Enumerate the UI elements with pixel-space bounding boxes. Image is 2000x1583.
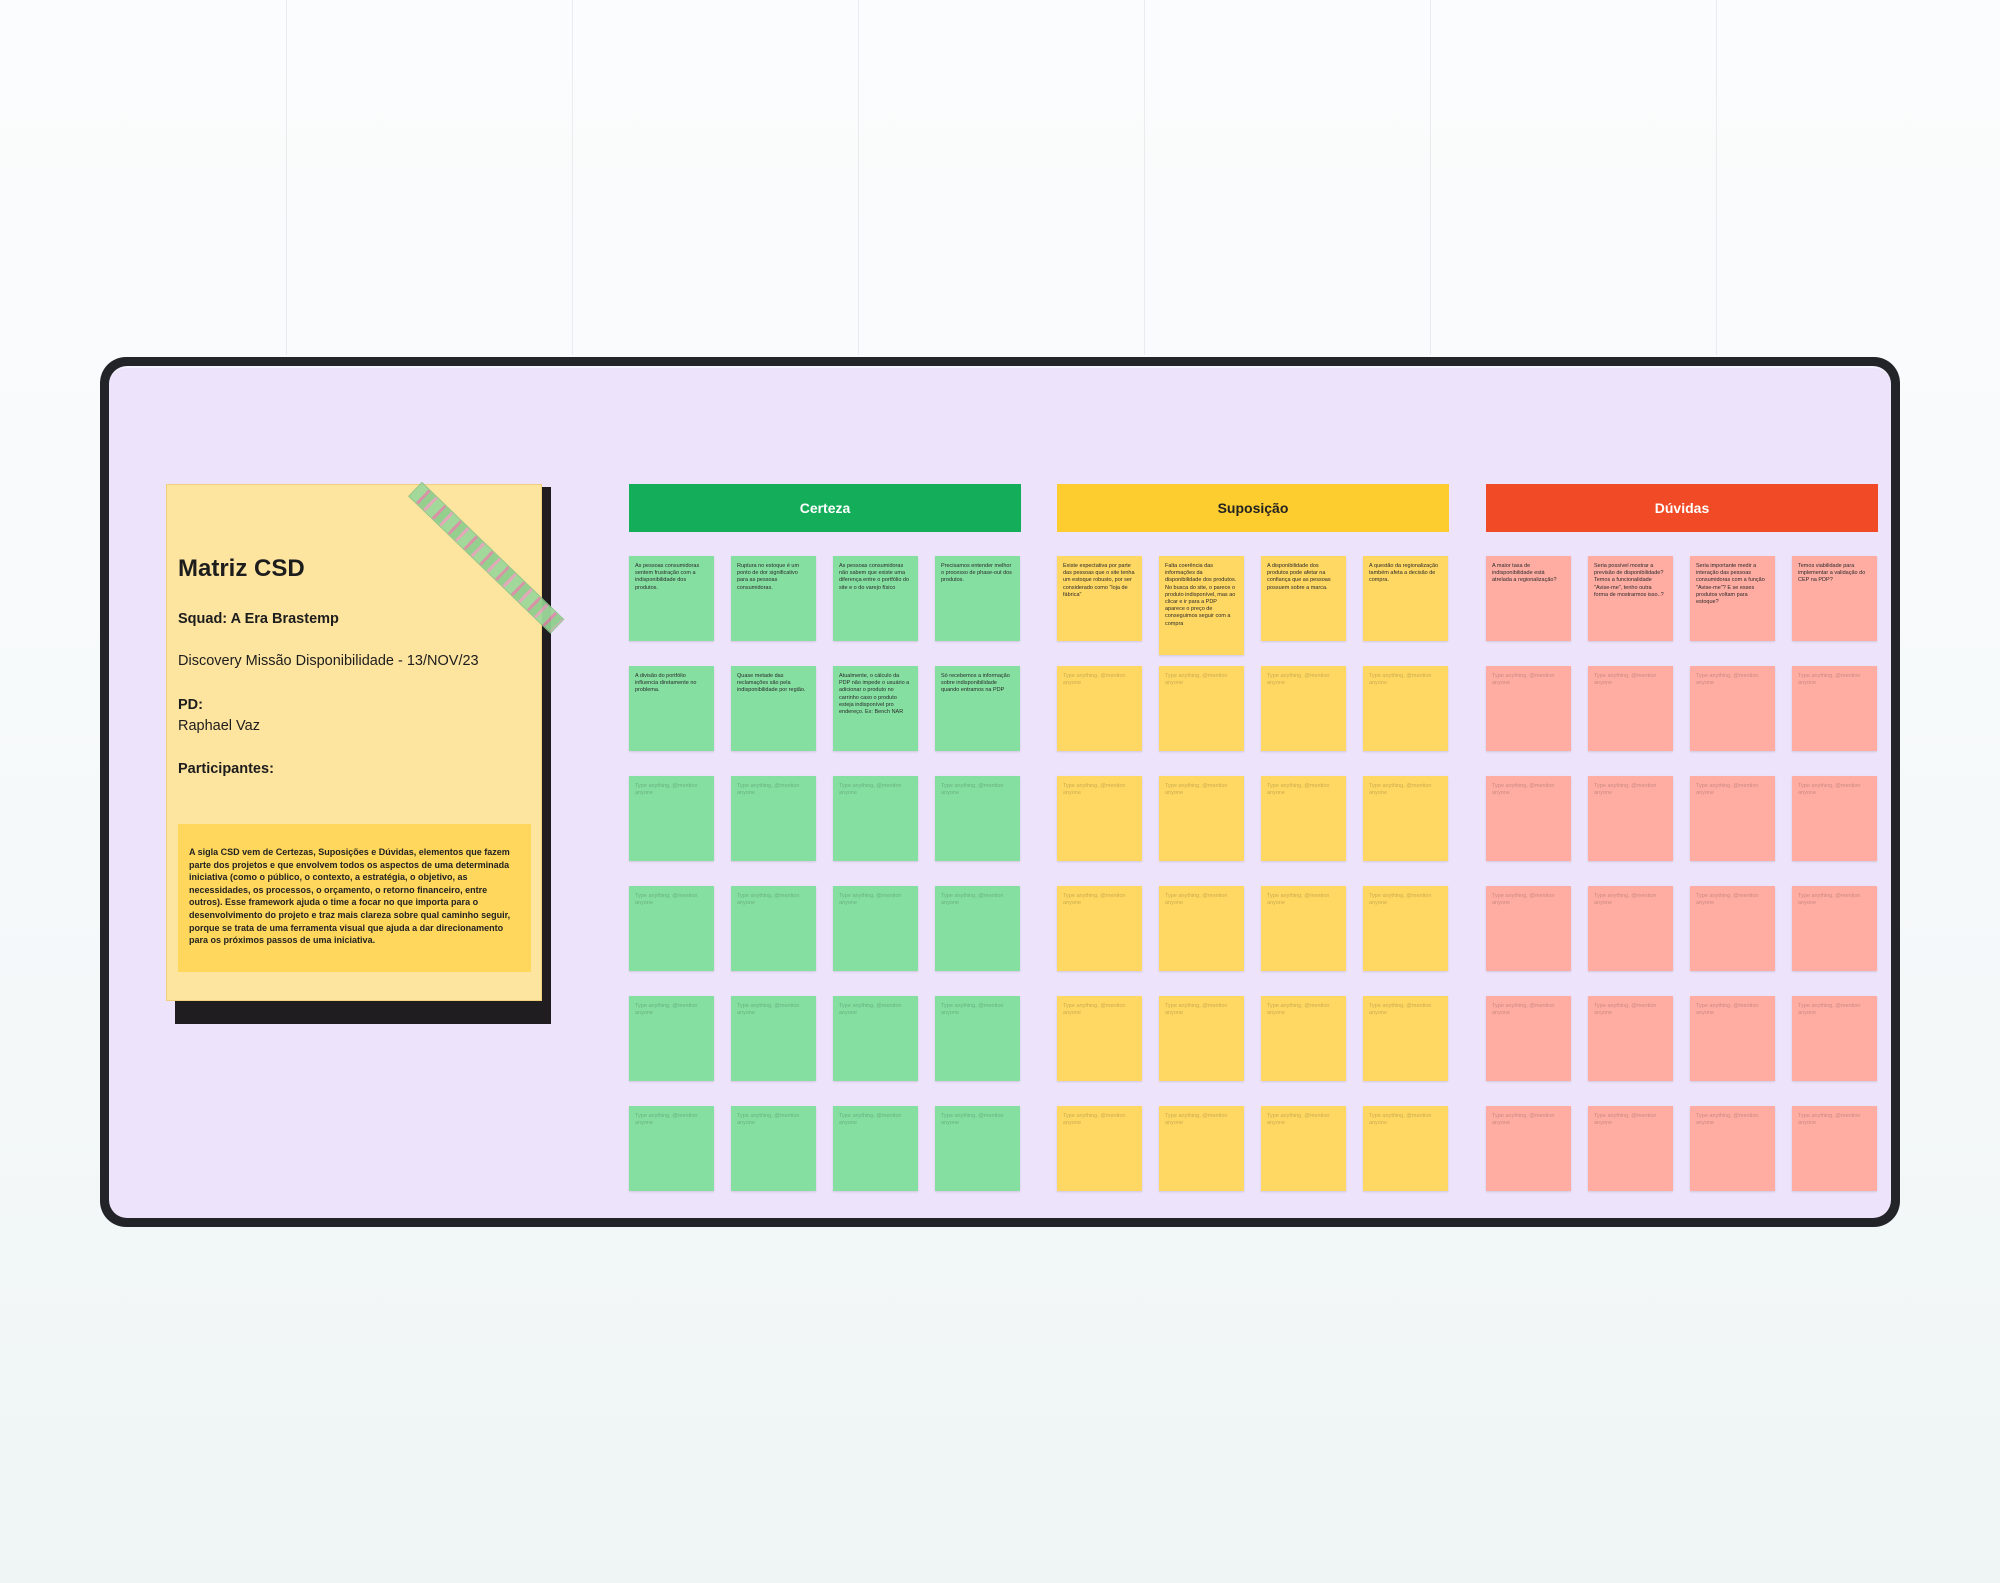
discovery-label: Discovery Missão Disponibilidade - 13/NO… <box>178 653 479 669</box>
sticky-note-certeza[interactable]: Type anything, @mention anyone <box>629 776 714 861</box>
sticky-note-certeza[interactable]: As pessoas consumidoras não sabem que ex… <box>833 556 918 641</box>
column-header-suposicao[interactable]: Suposição <box>1057 484 1449 532</box>
sticky-note-duvidas[interactable]: Type anything, @mention anyone <box>1792 996 1877 1081</box>
sticky-note-duvidas[interactable]: Type anything, @mention anyone <box>1486 666 1571 751</box>
sticky-note-duvidas[interactable]: Type anything, @mention anyone <box>1486 1106 1571 1191</box>
sticky-note-suposicao[interactable]: Type anything, @mention anyone <box>1363 666 1448 751</box>
sticky-note-certeza[interactable]: Type anything, @mention anyone <box>629 886 714 971</box>
sticky-note-certeza[interactable]: Type anything, @mention anyone <box>833 886 918 971</box>
sticky-note-duvidas[interactable]: Seria importante medir a interação das p… <box>1690 556 1775 641</box>
sticky-note-certeza[interactable]: Quase metade das reclamações são pela in… <box>731 666 816 751</box>
sticky-note-duvidas[interactable]: Type anything, @mention anyone <box>1690 996 1775 1081</box>
sticky-note-duvidas[interactable]: Type anything, @mention anyone <box>1486 776 1571 861</box>
sticky-note-duvidas[interactable]: Type anything, @mention anyone <box>1690 666 1775 751</box>
sticky-note-certeza[interactable]: Type anything, @mention anyone <box>833 776 918 861</box>
sticky-note-suposicao[interactable]: Existe expectativa por parte das pessoas… <box>1057 556 1142 641</box>
description-note[interactable]: A sigla CSD vem de Certezas, Suposições … <box>178 824 531 972</box>
participants-label: Participantes: <box>178 761 274 777</box>
sticky-note-suposicao[interactable]: Type anything, @mention anyone <box>1363 1106 1448 1191</box>
sticky-note-suposicao[interactable]: A questão da regionalização também afeta… <box>1363 556 1448 641</box>
sticky-note-certeza[interactable]: Type anything, @mention anyone <box>731 1106 816 1191</box>
sticky-note-duvidas[interactable]: Type anything, @mention anyone <box>1792 1106 1877 1191</box>
sticky-note-suposicao[interactable]: Type anything, @mention anyone <box>1057 1106 1142 1191</box>
sticky-note-duvidas[interactable]: Type anything, @mention anyone <box>1486 996 1571 1081</box>
pd-name: Raphael Vaz <box>178 718 260 734</box>
sticky-note-suposicao[interactable]: Type anything, @mention anyone <box>1363 886 1448 971</box>
background-grid-line <box>572 0 573 355</box>
sticky-note-suposicao[interactable]: Type anything, @mention anyone <box>1159 666 1244 751</box>
sticky-note-duvidas[interactable]: Type anything, @mention anyone <box>1792 886 1877 971</box>
column-header-certeza[interactable]: Certeza <box>629 484 1021 532</box>
sticky-note-suposicao[interactable]: Type anything, @mention anyone <box>1057 996 1142 1081</box>
whiteboard-canvas[interactable]: Matriz CSD Squad: A Era Brastemp Discove… <box>109 366 1891 1218</box>
board-title: Matriz CSD <box>178 555 305 582</box>
sticky-note-certeza[interactable]: Type anything, @mention anyone <box>731 886 816 971</box>
board-device-frame: Matriz CSD Squad: A Era Brastemp Discove… <box>100 357 1900 1227</box>
sticky-note-suposicao[interactable]: Type anything, @mention anyone <box>1159 776 1244 861</box>
sticky-note-duvidas[interactable]: Seria possível mostrar a previsão de dis… <box>1588 556 1673 641</box>
column-header-duvidas[interactable]: Dúvidas <box>1486 484 1878 532</box>
sticky-note-suposicao[interactable]: Type anything, @mention anyone <box>1261 776 1346 861</box>
sticky-note-duvidas[interactable]: Temos viabilidade para implementar a val… <box>1792 556 1877 641</box>
sticky-note-suposicao[interactable]: A disponibilidade dos produtos pode afet… <box>1261 556 1346 641</box>
sticky-note-duvidas[interactable]: Type anything, @mention anyone <box>1588 666 1673 751</box>
sticky-note-duvidas[interactable]: Type anything, @mention anyone <box>1792 776 1877 861</box>
sticky-note-certeza[interactable]: Type anything, @mention anyone <box>935 996 1020 1081</box>
background-grid-line <box>286 0 287 355</box>
sticky-note-certeza[interactable]: Type anything, @mention anyone <box>731 996 816 1081</box>
background-grid-line <box>1716 0 1717 355</box>
sticky-note-suposicao[interactable]: Type anything, @mention anyone <box>1057 886 1142 971</box>
sticky-note-suposicao[interactable]: Type anything, @mention anyone <box>1159 886 1244 971</box>
sticky-note-duvidas[interactable]: Type anything, @mention anyone <box>1588 1106 1673 1191</box>
sticky-note-suposicao[interactable]: Type anything, @mention anyone <box>1261 1106 1346 1191</box>
sticky-note-certeza[interactable]: Type anything, @mention anyone <box>935 776 1020 861</box>
sticky-note-certeza[interactable]: Precisamos entender melhor o processo de… <box>935 556 1020 641</box>
sticky-note-duvidas[interactable]: A maior taxa de indisponibilidade está a… <box>1486 556 1571 641</box>
sticky-note-certeza[interactable]: Atualmente, o cálculo da PDP não impede … <box>833 666 918 751</box>
sticky-note-certeza[interactable]: Type anything, @mention anyone <box>629 996 714 1081</box>
sticky-note-duvidas[interactable]: Type anything, @mention anyone <box>1588 886 1673 971</box>
sticky-note-suposicao[interactable]: Type anything, @mention anyone <box>1261 996 1346 1081</box>
sticky-note-suposicao[interactable]: Falta coerência das informações da dispo… <box>1159 556 1244 655</box>
sticky-note-duvidas[interactable]: Type anything, @mention anyone <box>1690 886 1775 971</box>
sticky-note-certeza[interactable]: Type anything, @mention anyone <box>935 886 1020 971</box>
sticky-note-suposicao[interactable]: Type anything, @mention anyone <box>1363 776 1448 861</box>
sticky-note-suposicao[interactable]: Type anything, @mention anyone <box>1057 776 1142 861</box>
sticky-note-duvidas[interactable]: Type anything, @mention anyone <box>1690 776 1775 861</box>
squad-label: Squad: A Era Brastemp <box>178 611 339 627</box>
sticky-note-suposicao[interactable]: Type anything, @mention anyone <box>1159 996 1244 1081</box>
sticky-note-certeza[interactable]: Type anything, @mention anyone <box>833 996 918 1081</box>
background-grid-line <box>1144 0 1145 355</box>
sticky-note-certeza[interactable]: Type anything, @mention anyone <box>935 1106 1020 1191</box>
sticky-note-suposicao[interactable]: Type anything, @mention anyone <box>1057 666 1142 751</box>
sticky-note-certeza[interactable]: Ruptura no estoque é um ponto de dor sig… <box>731 556 816 641</box>
sticky-note-duvidas[interactable]: Type anything, @mention anyone <box>1588 996 1673 1081</box>
sticky-note-certeza[interactable]: Type anything, @mention anyone <box>731 776 816 861</box>
sticky-note-duvidas[interactable]: Type anything, @mention anyone <box>1588 776 1673 861</box>
sticky-note-suposicao[interactable]: Type anything, @mention anyone <box>1261 886 1346 971</box>
background-grid-line <box>858 0 859 355</box>
sticky-note-certeza[interactable]: As pessoas consumidoras sentem frustraçã… <box>629 556 714 641</box>
sticky-note-certeza[interactable]: A divisão do portfólio influencia direta… <box>629 666 714 751</box>
sticky-note-duvidas[interactable]: Type anything, @mention anyone <box>1690 1106 1775 1191</box>
sticky-note-certeza[interactable]: Só recebemos a informação sobre indispon… <box>935 666 1020 751</box>
sticky-note-certeza[interactable]: Type anything, @mention anyone <box>833 1106 918 1191</box>
pd-label: PD: <box>178 697 203 713</box>
sticky-note-suposicao[interactable]: Type anything, @mention anyone <box>1363 996 1448 1081</box>
sticky-note-suposicao[interactable]: Type anything, @mention anyone <box>1159 1106 1244 1191</box>
sticky-note-duvidas[interactable]: Type anything, @mention anyone <box>1792 666 1877 751</box>
sticky-note-suposicao[interactable]: Type anything, @mention anyone <box>1261 666 1346 751</box>
background-grid-line <box>1430 0 1431 355</box>
sticky-note-certeza[interactable]: Type anything, @mention anyone <box>629 1106 714 1191</box>
sticky-note-duvidas[interactable]: Type anything, @mention anyone <box>1486 886 1571 971</box>
